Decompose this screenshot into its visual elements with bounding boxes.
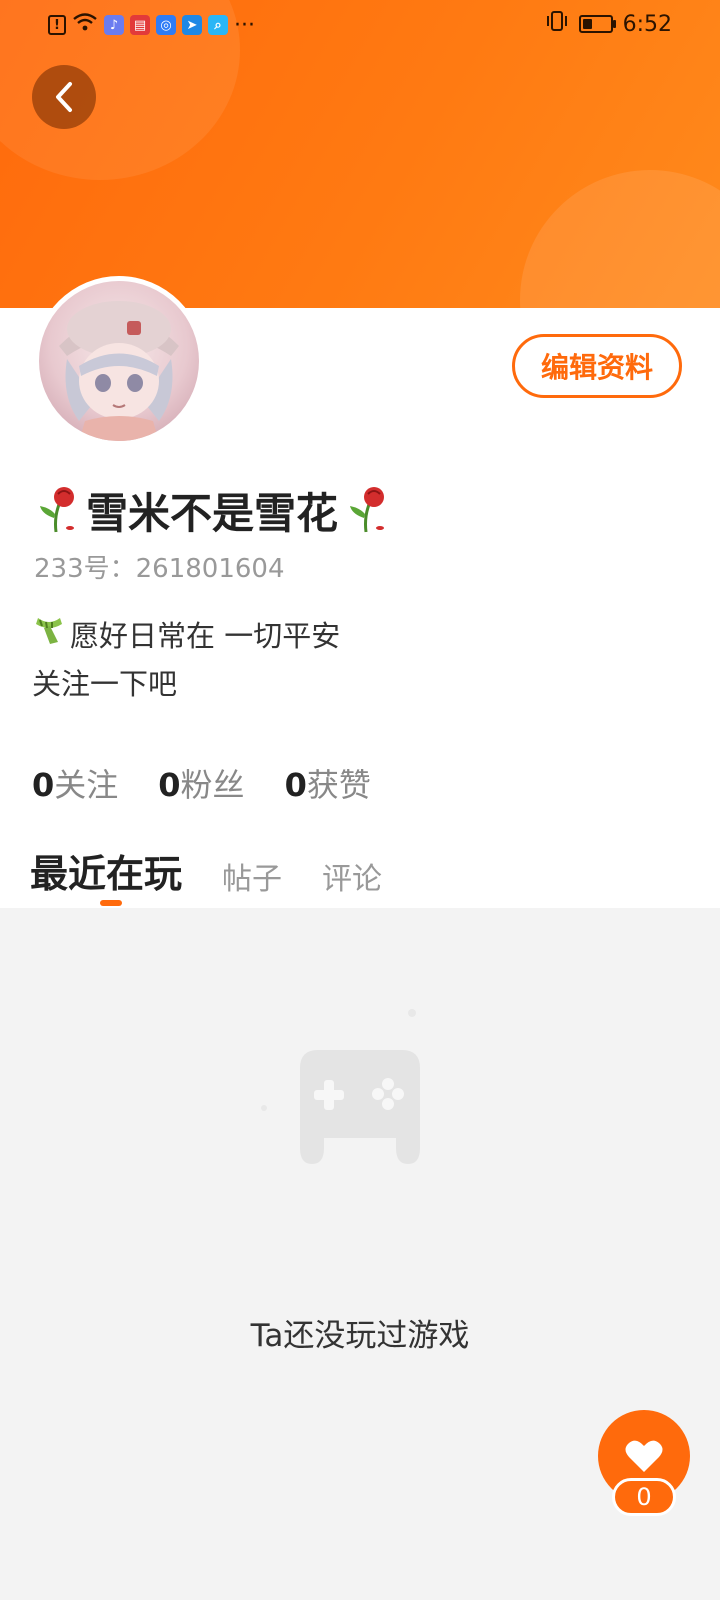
profile-header-banner: ! ♪ ▤ ◎ ➤ ⌕ ··· 6:52 (0, 0, 720, 308)
username-row: 雪米不是雪花 (34, 480, 390, 541)
stat-number: 0 (32, 766, 55, 804)
scarf-icon (32, 612, 66, 660)
stat-number: 0 (284, 766, 307, 804)
decor-bubble (520, 170, 720, 308)
wifi-icon (72, 12, 98, 38)
battery-icon (578, 15, 616, 33)
clock: 6:52 (622, 11, 672, 37)
rose-icon (34, 484, 80, 538)
stat-following[interactable]: 0关注 (32, 760, 118, 806)
alert-icon: ! (48, 15, 66, 35)
status-icons-left: ! ♪ ▤ ◎ ➤ ⌕ ··· (48, 12, 255, 38)
user-id-value: 261801604 (135, 554, 285, 584)
stat-likes[interactable]: 0获赞 (285, 760, 371, 806)
stat-label: 关注 (54, 766, 119, 804)
username: 雪米不是雪花 (86, 489, 339, 538)
like-count-badge: 0 (612, 1478, 676, 1516)
bio-line-1: 愿好日常在 一切平安 (70, 619, 341, 653)
avatar-image (39, 281, 199, 441)
bio-line-2: 关注一下吧 (32, 667, 178, 701)
tab-comments[interactable]: 评论 (322, 854, 382, 898)
search-app-icon: ⌕ (208, 15, 228, 35)
tab-posts[interactable]: 帖子 (222, 854, 282, 898)
status-bar: ! ♪ ▤ ◎ ➤ ⌕ ··· 6:52 (0, 0, 720, 48)
vibrate-icon (545, 10, 569, 38)
battery-fill (582, 19, 592, 29)
avatar[interactable] (34, 276, 204, 446)
bio: 愿好日常在 一切平安 关注一下吧 (32, 612, 340, 708)
stat-followers[interactable]: 0粉丝 (158, 760, 244, 806)
bulb-app-icon: ◎ (156, 15, 176, 35)
empty-state-message: Ta还没玩过游戏 (250, 1318, 470, 1354)
gamepad-icon (261, 1009, 420, 1164)
stat-label: 粉丝 (180, 766, 245, 804)
stat-label: 获赞 (306, 766, 371, 804)
book-app-icon: ▤ (130, 15, 150, 35)
arrow-app-icon: ➤ (182, 15, 202, 35)
anime-avatar-illustration (59, 301, 179, 441)
stat-number: 0 (158, 766, 181, 804)
edit-profile-button[interactable]: 编辑资料 (512, 334, 682, 398)
user-id: 233号：261801604 (34, 548, 285, 585)
rose-icon (344, 484, 390, 538)
music-app-icon: ♪ (104, 15, 124, 35)
stats-row: 0关注 0粉丝 0获赞 (32, 760, 371, 806)
back-button[interactable] (32, 65, 96, 129)
chevron-left-icon (56, 82, 72, 112)
tab-bar: 最近在玩 帖子 评论 (30, 843, 382, 898)
user-id-label: 233号： (34, 554, 136, 584)
status-icons-right: 6:52 (545, 10, 672, 38)
tab-recently-played[interactable]: 最近在玩 (30, 843, 182, 898)
heart-icon (625, 1440, 663, 1472)
more-notifications-icon: ··· (234, 12, 255, 38)
active-tab-indicator (100, 900, 122, 906)
